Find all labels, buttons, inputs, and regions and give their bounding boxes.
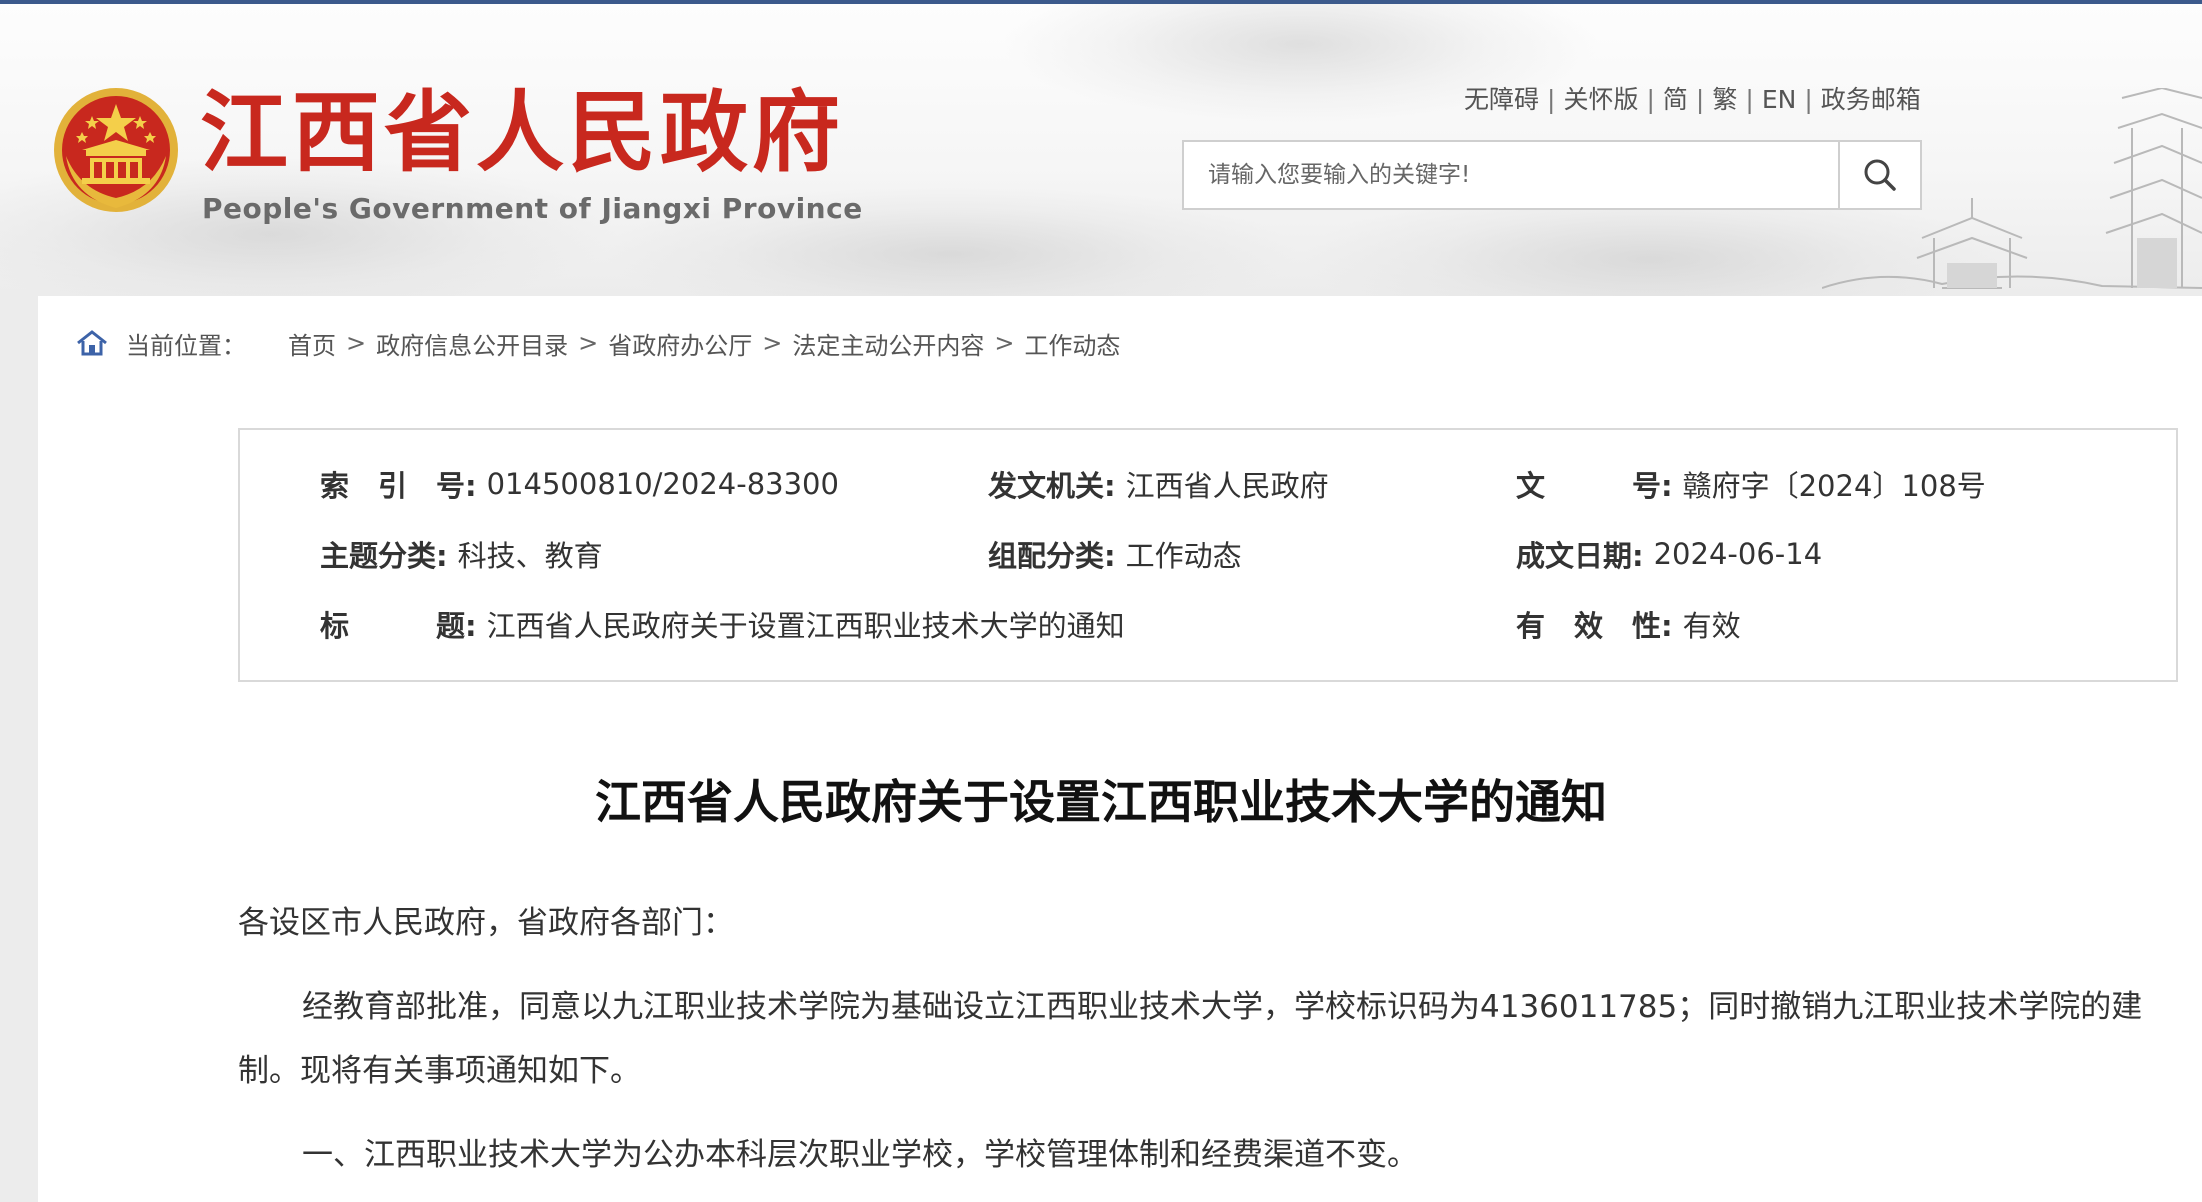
meta-docno-label: 文 号: [1516, 469, 1673, 503]
document-metadata-box: 索 引 号: 014500810/2024-83300 发文机关: 江西省人民政… [238, 428, 2178, 682]
article-title: 江西省人民政府关于设置江西职业技术大学的通知 [595, 775, 1607, 829]
meta-validity-label: 有 效 性: [1516, 609, 1673, 643]
meta-index: 索 引 号: 014500810/2024-83300 [320, 464, 839, 504]
meta-index-label: 索 引 号: [320, 469, 477, 503]
breadcrumb-work-news[interactable]: 工作动态 [1024, 326, 1120, 361]
article-paragraph-1-line-1: 经教育部批准，同意以九江职业技术学院为基础设立江西职业技术大学，学校标识码为41… [302, 989, 2143, 1025]
search-box [1182, 140, 1922, 210]
breadcrumb-home[interactable]: 首页 [288, 326, 336, 361]
link-traditional[interactable]: 繁 [1712, 85, 1737, 114]
meta-topic-label: 主题分类: [320, 539, 448, 573]
meta-validity: 有 效 性: 有效 [1516, 604, 1741, 644]
meta-date: 成文日期: 2024-06-14 [1516, 534, 1822, 574]
site-logo-text[interactable]: 江西省人民政府 [200, 88, 844, 176]
link-accessibility[interactable]: 无障碍 [1464, 85, 1539, 114]
breadcrumb-separator: > [578, 329, 599, 357]
meta-group: 组配分类: 工作动态 [988, 534, 1242, 574]
meta-issuer-value: 江西省人民政府 [1125, 469, 1329, 503]
breadcrumb-info-catalog[interactable]: 政府信息公开目录 [376, 326, 568, 361]
link-simplified[interactable]: 简 [1663, 85, 1688, 114]
article-salutation: 各设区市人民政府，省政府各部门： [238, 905, 734, 941]
link-separator: | [1745, 85, 1754, 114]
breadcrumb-statutory[interactable]: 法定主动公开内容 [792, 326, 984, 361]
meta-index-value: 014500810/2024-83300 [486, 467, 839, 501]
article-paragraph-1-line-2: 制。现将有关事项通知如下。 [238, 1053, 641, 1089]
meta-issuer: 发文机关: 江西省人民政府 [988, 464, 1329, 504]
national-emblem-icon[interactable] [52, 86, 180, 214]
meta-group-label: 组配分类: [988, 539, 1116, 573]
site-logo-english[interactable]: People's Government of Jiangxi Province [202, 192, 863, 225]
breadcrumb-office[interactable]: 省政府办公厅 [608, 326, 752, 361]
link-separator: | [1646, 85, 1655, 114]
meta-docno: 文 号: 赣府字〔2024〕108号 [1516, 464, 1986, 504]
meta-date-value: 2024-06-14 [1653, 537, 1823, 571]
breadcrumb-separator: > [762, 329, 783, 357]
link-separator: | [1547, 85, 1556, 114]
article-paragraph-2: 一、江西职业技术大学为公办本科层次职业学校，学校管理体制和经费渠道不变。 [302, 1137, 1418, 1173]
pagoda-illustration [1822, 88, 2202, 289]
link-elderly-mode[interactable]: 关怀版 [1563, 85, 1638, 114]
meta-validity-value: 有效 [1682, 609, 1741, 643]
breadcrumb-separator: > [346, 329, 367, 357]
link-english[interactable]: EN [1762, 85, 1797, 114]
meta-date-label: 成文日期: [1516, 539, 1644, 573]
breadcrumb-label: 当前位置： [126, 331, 246, 360]
link-separator: | [1695, 85, 1705, 114]
meta-title-label: 标 题: [320, 609, 477, 643]
meta-docno-value: 赣府字〔2024〕108号 [1682, 469, 1986, 503]
link-separator: | [1804, 85, 1813, 114]
meta-issuer-label: 发文机关: [988, 469, 1116, 503]
meta-group-value: 工作动态 [1125, 539, 1242, 573]
breadcrumb-separator: > [994, 329, 1015, 357]
breadcrumb: 当前位置： 首页 > 政府信息公开目录 > 省政府办公厅 > 法定主动公开内容 … [76, 326, 1120, 360]
search-input[interactable] [1184, 142, 1838, 208]
meta-title-value: 江西省人民政府关于设置江西职业技术大学的通知 [486, 609, 1125, 643]
home-icon[interactable] [76, 329, 108, 357]
meta-topic: 主题分类: 科技、教育 [320, 534, 603, 574]
meta-title: 标 题: 江西省人民政府关于设置江西职业技术大学的通知 [320, 604, 1125, 644]
meta-topic-value: 科技、教育 [457, 539, 603, 573]
site-header: 江西省人民政府 People's Government of Jiangxi P… [0, 4, 2202, 296]
